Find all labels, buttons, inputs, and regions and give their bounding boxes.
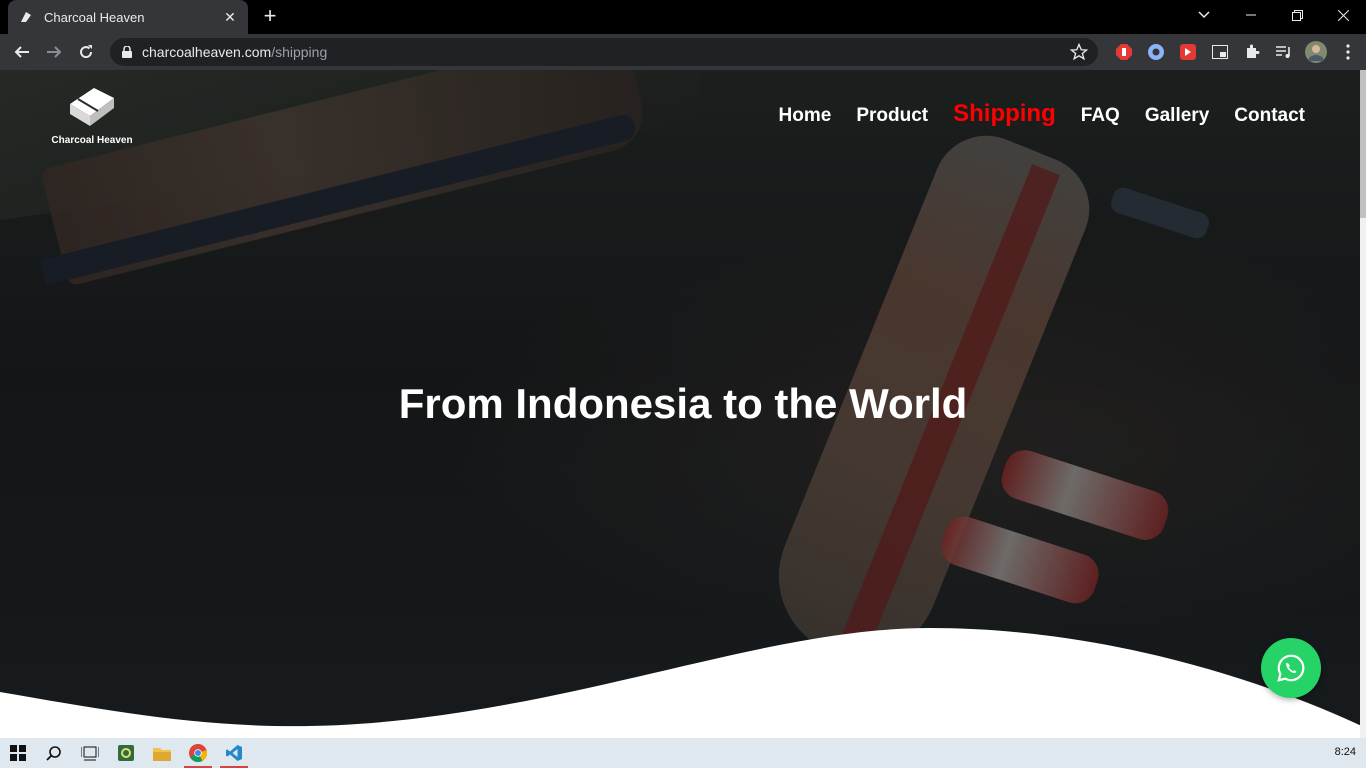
- browser-toolbar: charcoalheaven.com/shipping: [0, 34, 1366, 70]
- nav-gallery[interactable]: Gallery: [1145, 105, 1209, 127]
- page-viewport: Charcoal Heaven Home Product Shipping FA…: [0, 70, 1366, 738]
- url-host: charcoalheaven.com: [142, 44, 272, 60]
- vscode-icon[interactable]: [216, 738, 252, 768]
- url-path: /shipping: [271, 44, 328, 60]
- tab-close-icon[interactable]: ✕: [222, 9, 238, 26]
- extensions-icon[interactable]: [1236, 38, 1268, 66]
- site-favicon-icon: [18, 9, 34, 25]
- site-logo[interactable]: Charcoal Heaven: [46, 82, 138, 146]
- whatsapp-button[interactable]: [1261, 638, 1321, 698]
- bookmark-star-icon[interactable]: [1069, 42, 1089, 61]
- media-queue-icon[interactable]: [1268, 38, 1300, 66]
- nav-shipping[interactable]: Shipping: [953, 100, 1056, 128]
- nav-product[interactable]: Product: [856, 105, 928, 127]
- main-nav: Home Product Shipping FAQ Gallery Contac…: [754, 100, 1305, 128]
- windows-start-icon[interactable]: [0, 738, 36, 768]
- forward-icon[interactable]: [38, 36, 70, 68]
- charcoal-cube-logo-icon: [70, 88, 114, 126]
- browser-menu-icon[interactable]: [1332, 38, 1364, 66]
- profile-avatar-icon[interactable]: [1300, 38, 1332, 66]
- nav-home[interactable]: Home: [779, 105, 832, 127]
- search-icon[interactable]: [36, 738, 72, 768]
- restore-icon[interactable]: [1274, 0, 1320, 30]
- extensions-row: [1108, 38, 1364, 66]
- wave-divider: [0, 628, 1366, 738]
- close-window-icon[interactable]: [1320, 0, 1366, 30]
- video-downloader-extension-icon[interactable]: [1172, 38, 1204, 66]
- logo-text: Charcoal Heaven: [51, 135, 133, 146]
- hero-title: From Indonesia to the World: [398, 380, 968, 427]
- adblock-extension-icon[interactable]: [1108, 38, 1140, 66]
- nav-contact[interactable]: Contact: [1234, 105, 1305, 127]
- lock-icon[interactable]: [120, 45, 134, 59]
- minimize-icon[interactable]: [1228, 0, 1274, 30]
- browser-tabstrip: Charcoal Heaven ✕ +: [0, 0, 1366, 34]
- os-taskbar: 8:24: [0, 738, 1366, 768]
- tab-title: Charcoal Heaven: [44, 9, 145, 25]
- back-icon[interactable]: [6, 36, 38, 68]
- app-icon[interactable]: [108, 738, 144, 768]
- page-scrollbar-thumb[interactable]: [1360, 70, 1366, 218]
- picture-in-picture-icon[interactable]: [1204, 38, 1236, 66]
- address-bar[interactable]: charcoalheaven.com/shipping: [110, 38, 1098, 66]
- whatsapp-icon: [1277, 654, 1305, 682]
- window-controls: [1228, 0, 1366, 34]
- taskbar-clock[interactable]: 8:24: [1335, 746, 1356, 758]
- vpn-extension-icon[interactable]: [1140, 38, 1172, 66]
- chrome-icon[interactable]: [180, 738, 216, 768]
- nav-faq[interactable]: FAQ: [1081, 105, 1120, 127]
- file-explorer-icon[interactable]: [144, 738, 180, 768]
- tab-search-icon[interactable]: [1190, 0, 1218, 30]
- task-view-icon[interactable]: [72, 738, 108, 768]
- new-tab-button[interactable]: +: [258, 5, 282, 29]
- reload-icon[interactable]: [70, 36, 102, 68]
- browser-tab[interactable]: Charcoal Heaven ✕: [8, 0, 248, 34]
